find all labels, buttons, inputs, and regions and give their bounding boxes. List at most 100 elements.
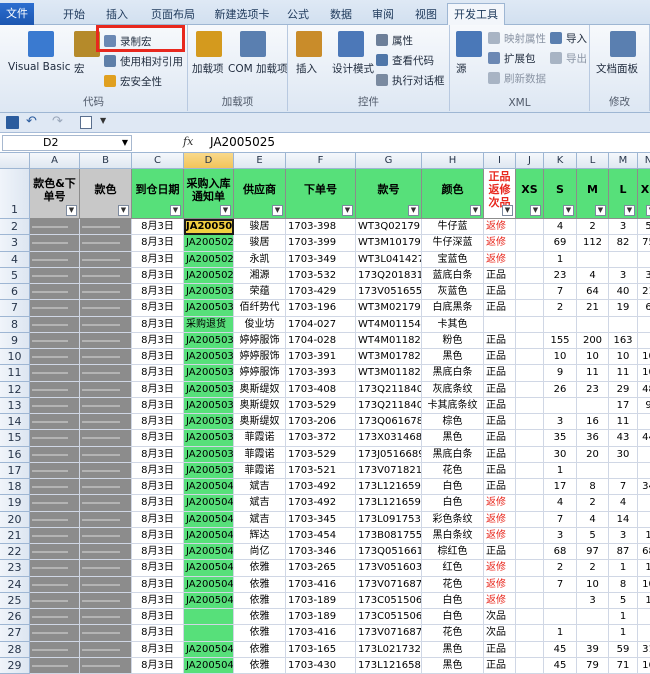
table-cell[interactable]: 1703-532 [286,267,356,284]
filter-dropdown-icon[interactable]: ▼ [624,205,635,216]
table-cell[interactable] [516,332,544,349]
table-cell[interactable]: 次品 [484,609,516,626]
table-cell[interactable] [30,235,80,252]
table-cell[interactable]: 173V0716870 [356,576,422,593]
table-cell[interactable]: 正品 [484,381,516,398]
table-cell[interactable]: 8月3日 [132,414,184,431]
table-cell[interactable] [638,495,650,512]
formula-input[interactable]: JA2005025 [210,134,275,150]
column-header-L[interactable]: L [577,153,609,169]
table-cell[interactable]: 10 [638,577,650,593]
table-cell[interactable]: 黑色 [422,349,484,366]
table-cell[interactable] [80,235,132,252]
table-cell[interactable] [80,576,132,593]
table-cell[interactable] [80,349,132,366]
table-cell[interactable]: 8月3日 [132,544,184,561]
table-cell[interactable]: 35 [544,430,577,447]
filter-dropdown-icon[interactable]: ▼ [470,205,481,216]
table-cell[interactable] [516,219,544,236]
table-cell[interactable]: JA2005037 [184,446,234,463]
table-cell[interactable] [516,462,544,479]
table-cell[interactable]: 44 [638,430,650,447]
table-cell[interactable]: 返修 [484,592,516,609]
table-cell[interactable] [80,414,132,431]
row-header[interactable]: 22 [0,544,30,561]
column-header-F[interactable]: F [286,153,356,169]
table-cell[interactable] [516,300,544,317]
table-cell[interactable]: 卡其底条纹 [422,397,484,414]
table-cell[interactable]: 8 [609,576,638,593]
table-cell[interactable]: 1703-393 [286,365,356,382]
table-cell[interactable]: 1703-196 [286,300,356,317]
table-cell[interactable]: 34 [638,479,650,496]
table-cell[interactable] [30,219,80,236]
table-cell[interactable] [516,430,544,447]
header-0[interactable]: 款色&下单号 ▼ [30,169,80,219]
table-cell[interactable]: 8月3日 [132,381,184,398]
filter-dropdown-icon[interactable]: ▼ [595,205,606,216]
table-cell[interactable]: 1703-492 [286,479,356,496]
table-cell[interactable] [544,397,577,414]
table-cell[interactable]: 173Q2018312 [356,267,422,284]
table-cell[interactable]: 白底黑条 [422,300,484,317]
table-cell[interactable]: 173C0515063 [356,609,422,626]
table-cell[interactable]: 依雅 [234,560,286,577]
table-cell[interactable]: JA2005046 [184,576,234,593]
row-header[interactable]: 26 [0,609,30,626]
table-cell[interactable]: JA2005035 [184,397,234,414]
header-1[interactable]: 款色 ▼ [80,169,132,219]
table-cell[interactable]: 1703-492 [286,495,356,512]
table-cell[interactable]: 永凯 [234,251,286,268]
table-cell[interactable] [30,414,80,431]
tab-2[interactable]: 插入 [101,5,133,25]
table-cell[interactable]: 正品 [484,544,516,561]
header-4[interactable]: 供应商 ▼ [234,169,286,219]
table-cell[interactable]: 173J0516689 [356,446,422,463]
table-cell[interactable]: 40 [609,284,638,301]
row-header[interactable]: 3 [0,235,30,252]
table-cell[interactable]: WT3M0217901 [356,300,422,317]
table-cell[interactable]: 30 [609,446,638,463]
table-cell[interactable]: 1703-189 [286,609,356,626]
table-cell[interactable]: JA2005047 [184,592,234,609]
table-cell[interactable]: 1703-408 [286,381,356,398]
table-cell[interactable]: JA2005032 [184,365,234,382]
row-header-1[interactable]: 1 [0,169,30,219]
column-header-M[interactable]: M [609,153,638,169]
customize-qat-icon[interactable]: ▼ [100,116,106,125]
table-cell[interactable] [638,625,650,642]
table-cell[interactable]: 10 [638,349,650,366]
table-cell[interactable]: 14 [609,511,638,528]
table-cell[interactable]: 返修 [484,511,516,528]
table-cell[interactable]: 返修 [484,219,516,236]
row-header[interactable]: 10 [0,349,30,366]
table-cell[interactable]: 黑色 [422,657,484,674]
table-cell[interactable] [30,381,80,398]
table-cell[interactable]: 43 [609,430,638,447]
table-cell[interactable]: 黑底白条 [422,365,484,382]
table-cell[interactable]: 173L1216590 [356,495,422,512]
table-cell[interactable]: 黑白条纹 [422,527,484,544]
header-5[interactable]: 下单号 ▼ [286,169,356,219]
table-cell[interactable] [80,267,132,284]
table-cell[interactable]: 173X0314684 [356,430,422,447]
table-cell[interactable]: 1703-346 [286,544,356,561]
table-cell[interactable]: 163 [609,332,638,349]
table-cell[interactable]: 87 [609,544,638,561]
table-cell[interactable]: WT4M0115462 [356,316,422,333]
table-cell[interactable] [516,235,544,252]
header-10[interactable]: S ▼ [544,169,577,219]
table-cell[interactable]: 1703-345 [286,511,356,528]
table-cell[interactable] [30,316,80,333]
table-cell[interactable] [30,300,80,317]
table-cell[interactable] [30,332,80,349]
table-cell[interactable]: 71 [609,657,638,674]
table-cell[interactable]: 39 [577,641,609,658]
table-cell[interactable] [609,316,638,333]
table-cell[interactable]: 返修 [484,576,516,593]
table-cell[interactable]: 1703-398 [286,219,356,236]
table-cell[interactable]: 菲霞诺 [234,446,286,463]
table-cell[interactable]: 湘源 [234,267,286,284]
row-header[interactable]: 5 [0,267,30,284]
table-cell[interactable]: 1703-372 [286,430,356,447]
